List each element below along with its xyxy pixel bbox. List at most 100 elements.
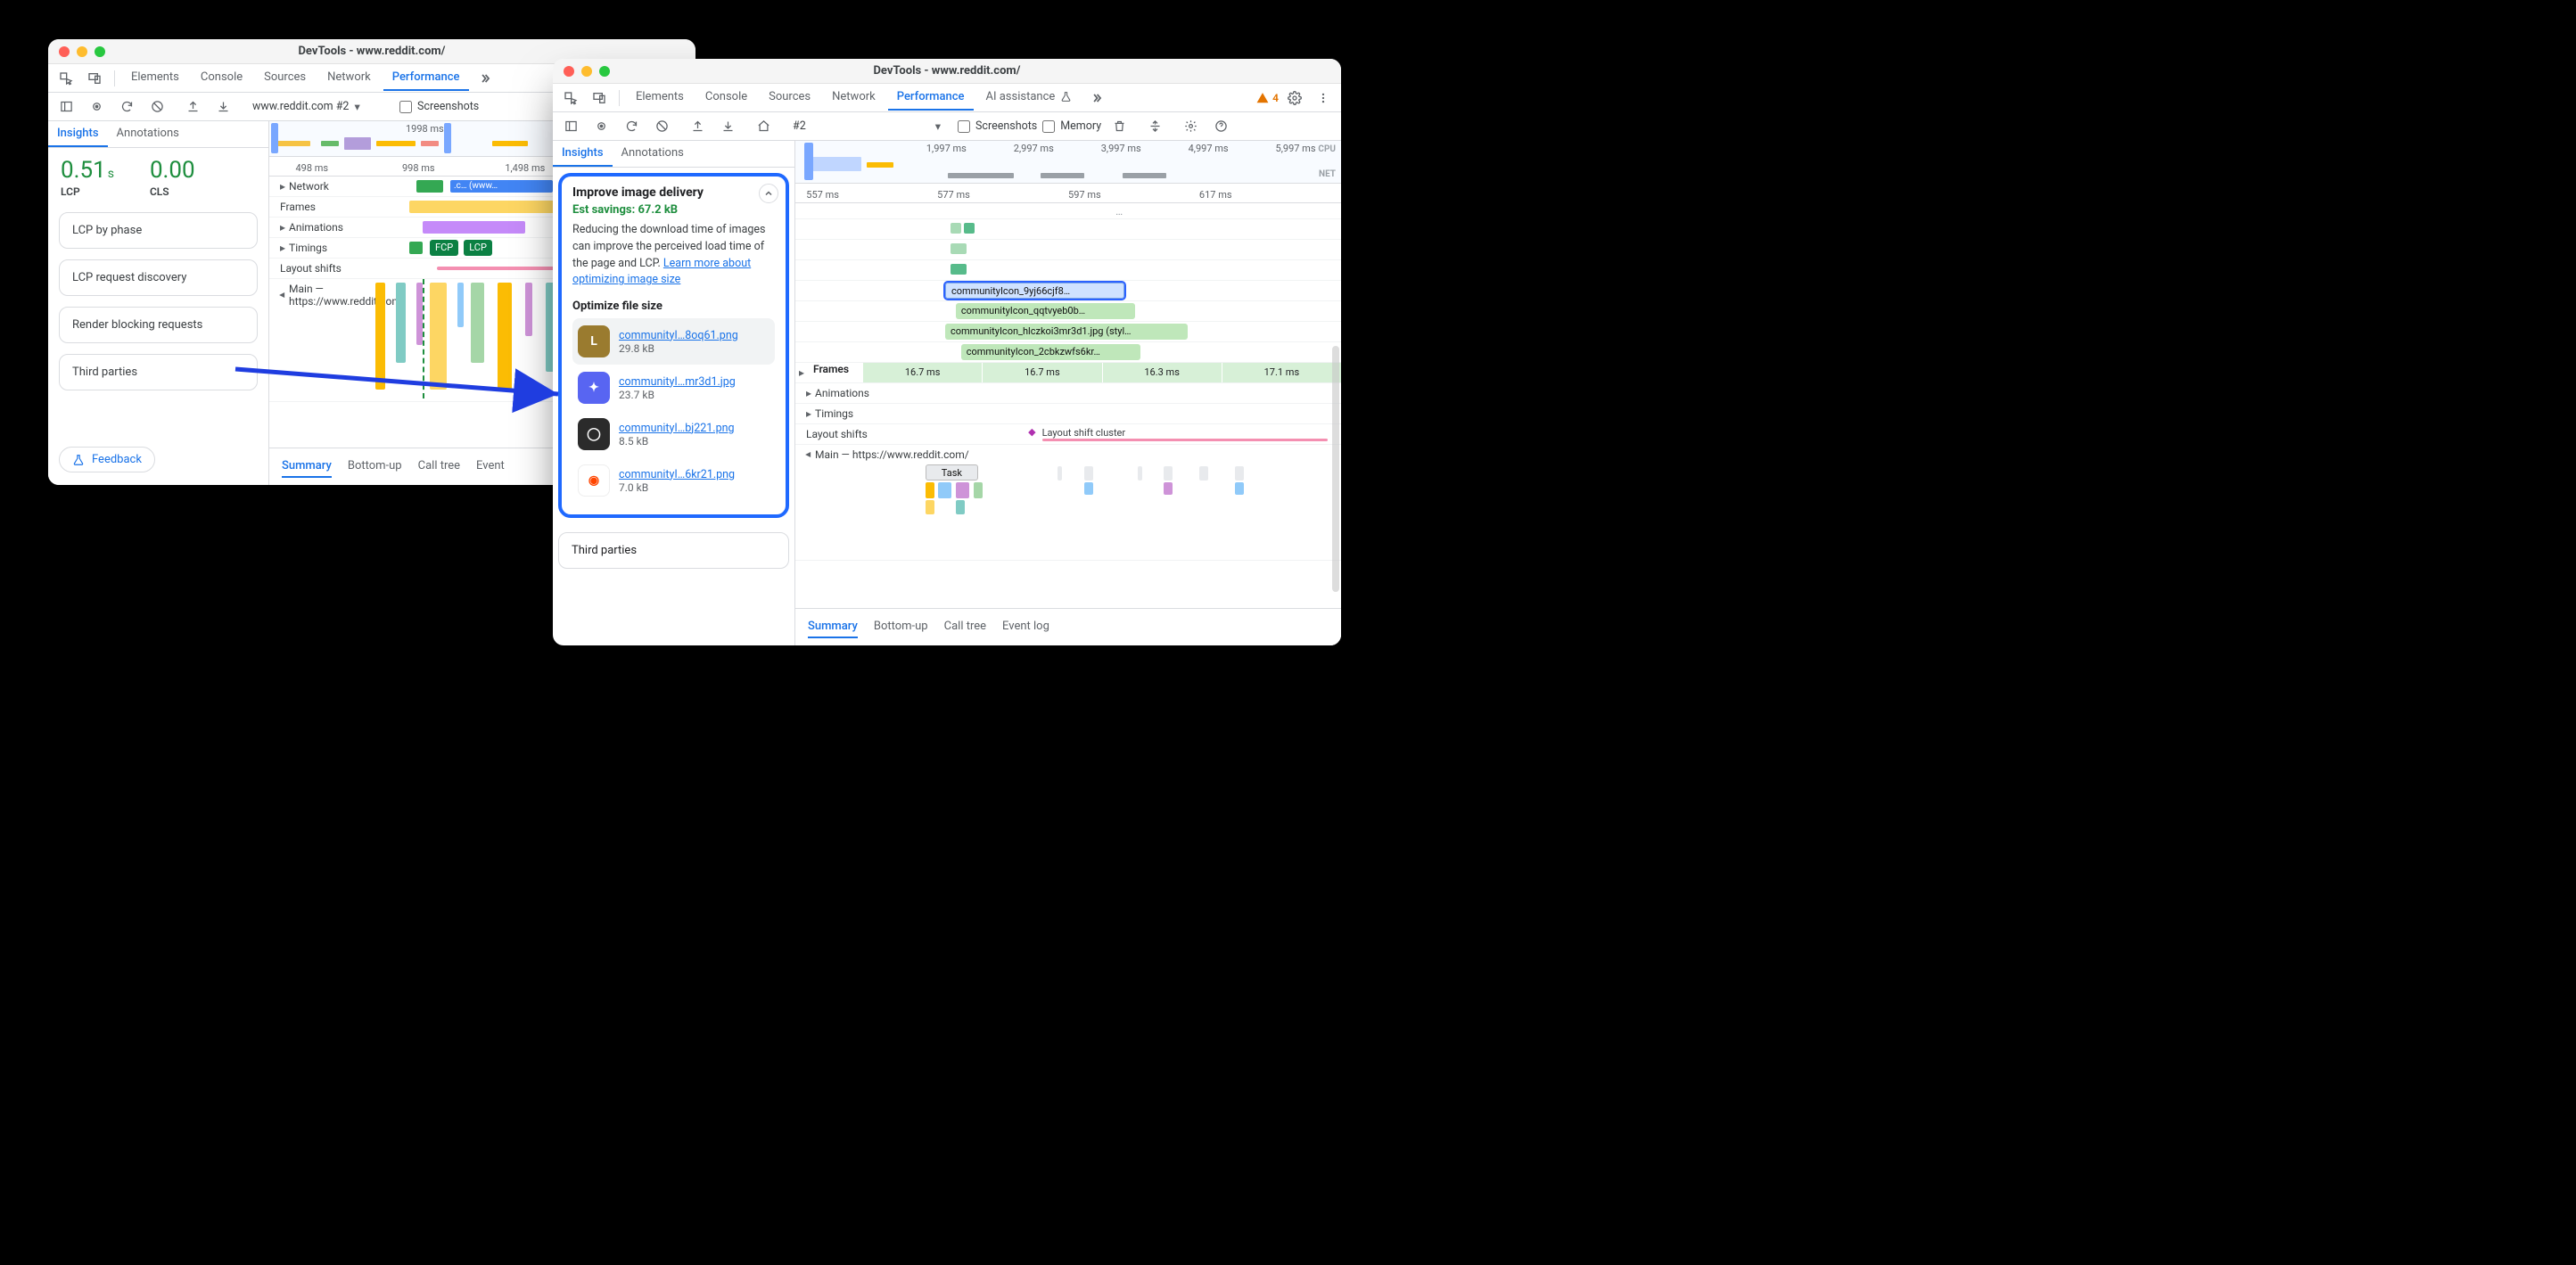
handle-right[interactable]	[444, 123, 451, 153]
kebab-icon[interactable]	[1311, 87, 1336, 109]
tab-console[interactable]: Console	[192, 65, 251, 91]
toggle-side-icon[interactable]	[53, 96, 78, 118]
tab-network[interactable]: Network	[318, 65, 380, 91]
tab-eventlog[interactable]: Event	[476, 456, 505, 478]
toggle-side-icon[interactable]	[558, 116, 583, 137]
recording-selector[interactable]: #2 ▾	[786, 116, 947, 137]
home-icon[interactable]	[751, 116, 776, 137]
card-render-blocking[interactable]: Render blocking requests	[59, 307, 258, 343]
collapse-button[interactable]	[759, 184, 778, 203]
close-icon[interactable]	[564, 66, 574, 77]
memory-checkbox[interactable]: Memory	[1042, 119, 1101, 133]
tab-bottomup[interactable]: Bottom-up	[874, 616, 928, 638]
more-tabs-icon[interactable]	[473, 68, 498, 89]
tab-ai-assistance[interactable]: AI assistance	[977, 85, 1082, 111]
clear-icon[interactable]	[649, 116, 674, 137]
inspect-icon[interactable]	[53, 68, 78, 89]
handle-left[interactable]	[804, 143, 813, 180]
screenshots-checkbox[interactable]: Screenshots	[958, 119, 1037, 133]
upload-icon[interactable]	[685, 116, 710, 137]
handle-left[interactable]	[271, 123, 278, 153]
tab-calltree[interactable]: Call tree	[418, 456, 460, 478]
card-lcp-phase[interactable]: LCP by phase	[59, 212, 258, 249]
tab-summary[interactable]: Summary	[808, 616, 858, 638]
network-entry[interactable]: communityIcon_2cbkzwfs6kr…	[795, 342, 1341, 363]
device-icon[interactable]	[587, 87, 612, 109]
network-entry[interactable]: communityIcon_qqtvyeb0b…	[795, 301, 1341, 322]
maximize-icon[interactable]	[599, 66, 610, 77]
traffic-lights	[564, 66, 610, 77]
tab-performance[interactable]: Performance	[888, 85, 974, 111]
minimize-icon[interactable]	[581, 66, 592, 77]
tab-eventlog[interactable]: Event log	[1002, 616, 1049, 638]
tab-bottomup[interactable]: Bottom-up	[348, 456, 402, 478]
clear-icon[interactable]	[144, 96, 169, 118]
scrollbar[interactable]	[1332, 346, 1339, 592]
network-chip[interactable]: communityIcon_qqtvyeb0b…	[956, 303, 1135, 319]
download-icon[interactable]	[210, 96, 235, 118]
tab-sources[interactable]: Sources	[760, 85, 819, 111]
network-entry[interactable]: communityIcon_9yj66cjf8…	[795, 281, 1341, 301]
reload-icon[interactable]	[619, 116, 644, 137]
record-icon[interactable]	[588, 116, 613, 137]
card-third-parties[interactable]: Third parties	[558, 532, 789, 569]
settings-icon[interactable]	[1282, 87, 1307, 109]
file-name-link[interactable]: communityI…6kr21.png	[619, 468, 735, 481]
more-tabs-icon[interactable]	[1084, 87, 1109, 109]
tab-sources[interactable]: Sources	[255, 65, 315, 91]
network-entry[interactable]	[795, 260, 1341, 281]
record-icon[interactable]	[84, 96, 109, 118]
network-entry[interactable]	[795, 219, 1341, 240]
recording-selector[interactable]: www.reddit.com #2 ▾	[246, 96, 389, 118]
feedback-button[interactable]: Feedback	[59, 447, 155, 472]
upload-icon[interactable]	[180, 96, 205, 118]
side-tab-insights[interactable]: Insights	[48, 121, 108, 147]
tab-performance[interactable]: Performance	[383, 65, 469, 91]
file-name-link[interactable]: communityI…bj221.png	[619, 422, 735, 435]
network-chip[interactable]: communityIcon_hlczkoi3mr3d1.jpg (styl…	[945, 324, 1188, 340]
network-entry[interactable]	[795, 240, 1341, 260]
chip-task[interactable]: Task	[926, 464, 979, 481]
issues-button[interactable]: 4	[1256, 92, 1279, 104]
tab-console[interactable]: Console	[696, 85, 756, 111]
tab-elements[interactable]: Elements	[122, 65, 188, 91]
tab-elements[interactable]: Elements	[627, 85, 693, 111]
insight-file-row[interactable]: ◯ communityI…bj221.png 8.5 kB	[572, 411, 775, 457]
inspect-icon[interactable]	[558, 87, 583, 109]
help-icon[interactable]	[1208, 116, 1233, 137]
download-icon[interactable]	[715, 116, 740, 137]
insight-file-row[interactable]: L communityI…8oq61.png 29.8 kB	[572, 318, 775, 365]
trash-icon[interactable]	[1107, 116, 1132, 137]
insight-file-row[interactable]: ✦ communityI…mr3d1.jpg 23.7 kB	[572, 365, 775, 411]
track-animations[interactable]: ▸Animations	[795, 383, 1341, 404]
file-name-link[interactable]: communityI…mr3d1.jpg	[619, 375, 736, 389]
file-name-link[interactable]: communityI…8oq61.png	[619, 329, 738, 342]
perf-settings-icon[interactable]	[1178, 116, 1203, 137]
insight-savings: Est savings: 67.2 kB	[572, 203, 775, 217]
maximize-icon[interactable]	[95, 46, 105, 57]
screenshots-checkbox[interactable]: Screenshots	[399, 100, 479, 113]
tab-summary[interactable]: Summary	[282, 456, 332, 478]
side-tab-annotations[interactable]: Annotations	[108, 121, 188, 147]
reload-icon[interactable]	[114, 96, 139, 118]
track-frames[interactable]: ▸ Frames 16.7 ms 16.7 ms 16.3 ms 17.1 ms	[795, 363, 1341, 383]
track-timings[interactable]: ▸Timings	[795, 404, 1341, 424]
network-chip[interactable]: communityIcon_2cbkzwfs6kr…	[961, 344, 1140, 360]
tab-calltree[interactable]: Call tree	[944, 616, 986, 638]
side-tab-insights[interactable]: Insights	[553, 141, 613, 167]
close-icon[interactable]	[59, 46, 70, 57]
card-third-parties[interactable]: Third parties	[59, 354, 258, 390]
device-icon[interactable]	[82, 68, 107, 89]
side-tab-annotations[interactable]: Annotations	[613, 141, 693, 167]
insight-description: Reducing the download time of images can…	[572, 222, 775, 289]
tab-network[interactable]: Network	[823, 85, 885, 111]
network-entry[interactable]: communityIcon_hlczkoi3mr3d1.jpg (styl…	[795, 322, 1341, 342]
net-label: NET	[1319, 169, 1336, 179]
card-lcp-request[interactable]: LCP request discovery	[59, 259, 258, 296]
minimize-icon[interactable]	[77, 46, 87, 57]
track-layout-shifts[interactable]: Layout shifts ◆ Layout shift cluster	[795, 424, 1341, 445]
divider-icon[interactable]	[1142, 116, 1167, 137]
overview[interactable]: CPU NET 1,997 ms 2,997 ms 3,997 ms 4,997…	[795, 141, 1341, 184]
insight-file-row[interactable]: ◉ communityI…6kr21.png 7.0 kB	[572, 457, 775, 504]
network-chip[interactable]: communityIcon_9yj66cjf8…	[945, 283, 1124, 299]
